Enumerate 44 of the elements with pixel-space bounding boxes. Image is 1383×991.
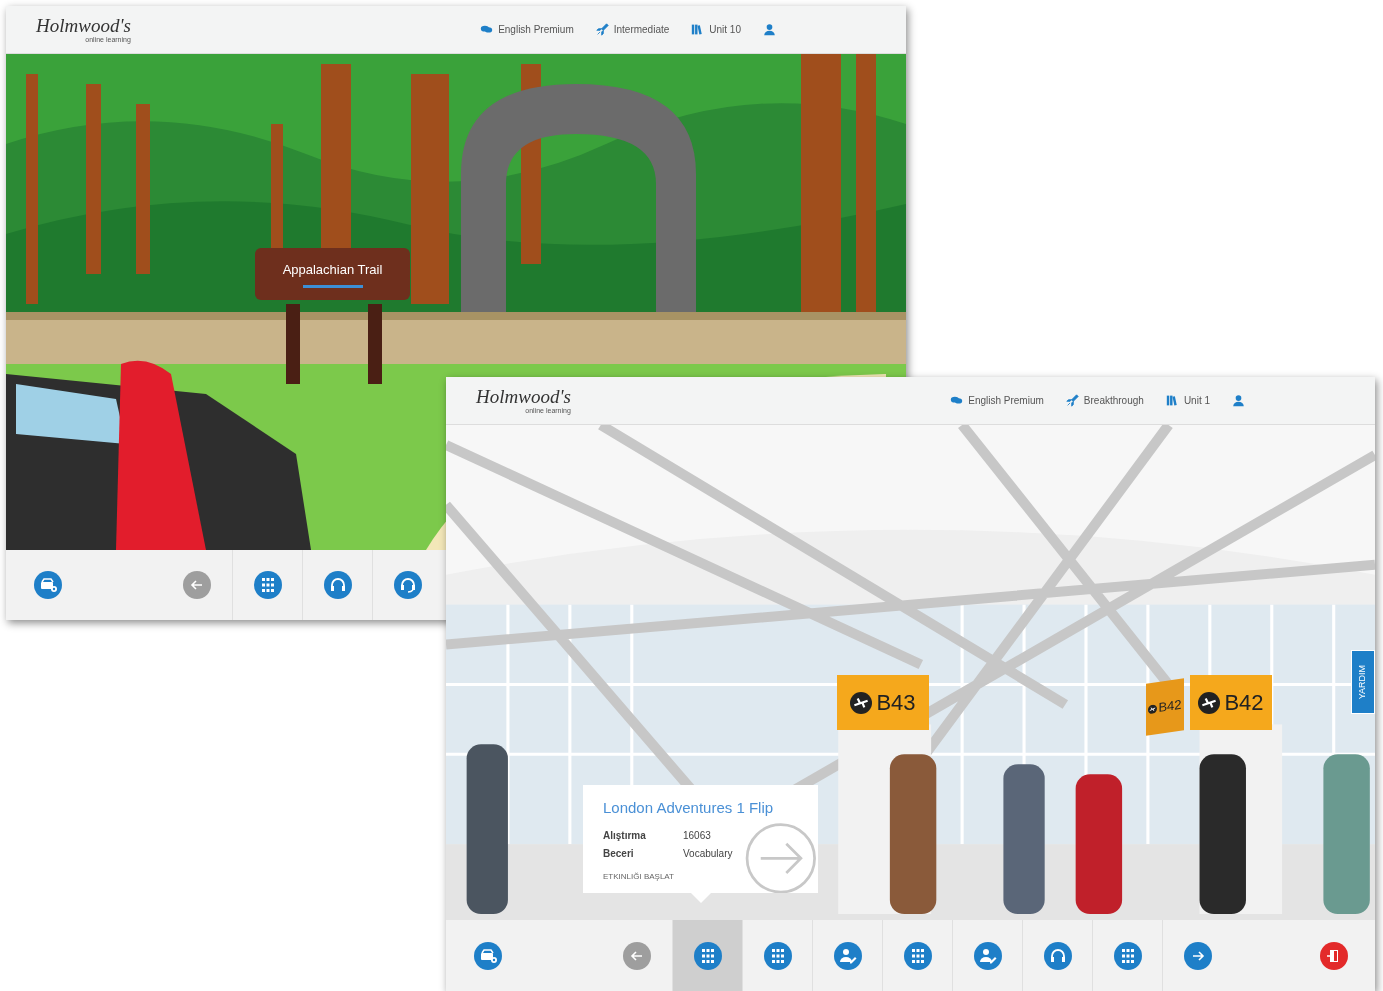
user-icon bbox=[763, 23, 776, 36]
nav-link[interactable]: Breakthrough bbox=[1065, 393, 1144, 408]
gate-number: B42 bbox=[1158, 695, 1182, 718]
field-value: Vocabulary bbox=[683, 846, 734, 861]
sign-text: Appalachian Trail bbox=[282, 260, 383, 279]
airplane-icon bbox=[1148, 703, 1158, 714]
basket-icon bbox=[474, 941, 502, 970]
nav-link[interactable]: Intermediate bbox=[595, 22, 670, 37]
books-icon bbox=[1165, 394, 1179, 407]
rocket-icon bbox=[595, 23, 609, 36]
grid-icon bbox=[693, 941, 722, 970]
door-icon bbox=[1320, 941, 1348, 970]
airplane-icon bbox=[850, 691, 873, 714]
user-icon bbox=[1232, 394, 1245, 407]
rocket-icon bbox=[1065, 394, 1079, 407]
field-label: Alıştırma bbox=[603, 828, 647, 843]
activity-button[interactable] bbox=[672, 920, 742, 991]
gate-number: B42 bbox=[1224, 689, 1264, 717]
books-icon bbox=[691, 23, 705, 36]
person-pencil-icon bbox=[973, 941, 1002, 970]
airplane-icon bbox=[1198, 691, 1221, 714]
grid-icon bbox=[903, 941, 932, 970]
basket-icon bbox=[34, 571, 62, 599]
user-button[interactable] bbox=[1232, 394, 1245, 407]
grid-icon bbox=[1113, 941, 1142, 970]
popup-title: London Adventures 1 Flip bbox=[603, 798, 775, 818]
help-tab[interactable]: YARDIM bbox=[1351, 650, 1375, 714]
logo-text: Holmwood's bbox=[476, 387, 571, 406]
headphones-icon bbox=[323, 571, 352, 599]
headphones-icon bbox=[1043, 941, 1072, 970]
nav-link[interactable]: English Premium bbox=[480, 22, 574, 37]
logo-text: Holmwood's bbox=[36, 16, 131, 35]
nav-link[interactable]: Unit 1 bbox=[1165, 393, 1210, 408]
grid-icon bbox=[763, 941, 792, 970]
person-pencil-icon bbox=[833, 941, 862, 970]
gate-number: B43 bbox=[876, 689, 916, 717]
field-value: 16063 bbox=[683, 828, 712, 843]
nav-link[interactable]: Unit 10 bbox=[691, 22, 741, 37]
field-label: Beceri bbox=[603, 846, 635, 861]
grid-icon bbox=[253, 571, 282, 599]
headset-icon bbox=[393, 571, 422, 599]
user-button[interactable] bbox=[763, 23, 776, 36]
nav-link[interactable]: English Premium bbox=[950, 393, 1044, 408]
start-activity-link[interactable]: ETKINLIĞI BAŞLAT bbox=[603, 870, 674, 883]
